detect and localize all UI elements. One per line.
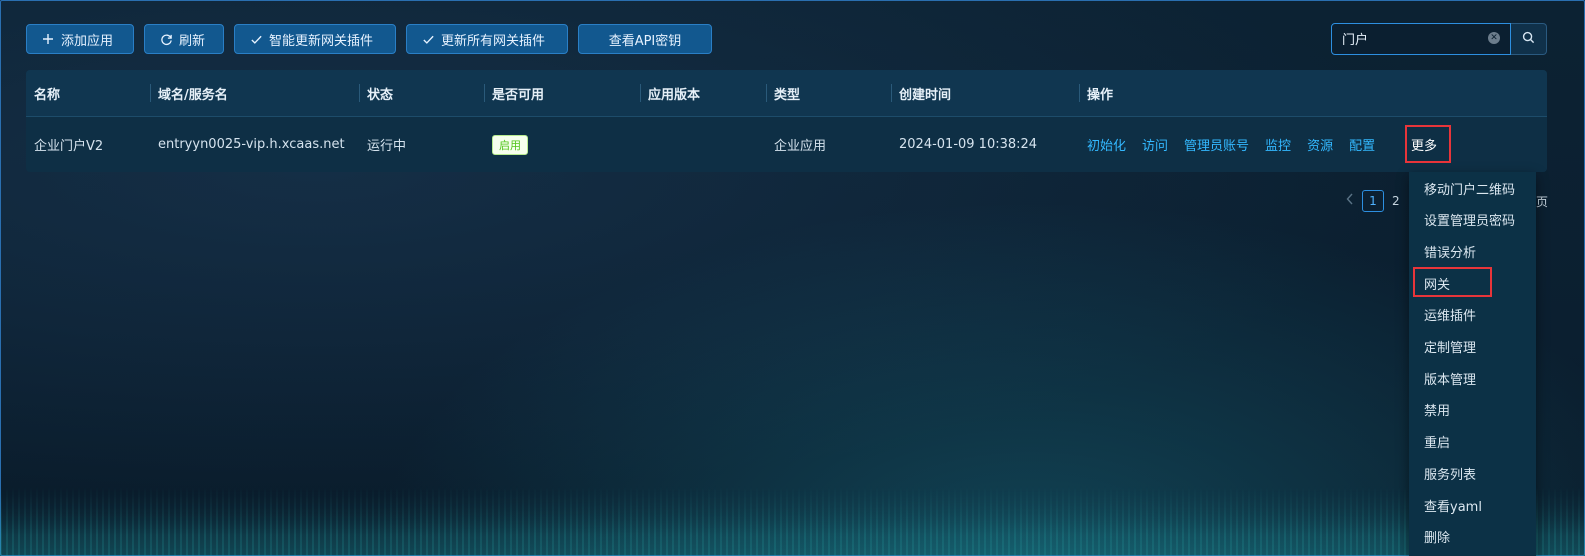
search-input[interactable] [1332,24,1482,52]
action-more-button[interactable]: 更多 [1405,125,1451,163]
cell-status: 运行中 [367,139,407,154]
smart-update-label: 智能更新网关插件 [269,33,374,49]
view-api-key-label: 查看API密钥 [608,33,682,49]
refresh-label: 刷新 [179,33,206,49]
toolbar: 添加应用 刷新 智能更新网关插件 更新所有网关插件 查看API密钥 [26,24,712,54]
menu-item-mobile-qrcode[interactable]: 移动门户二维码 [1424,172,1515,204]
search-input-wrapper: ✕ [1331,23,1511,55]
menu-item-view-yaml[interactable]: 查看yaml [1424,489,1482,521]
cell-version [640,117,648,172]
app-table: 名称 域名/服务名 状态 是否可用 应用版本 类型 创建时间 操作 企业门户V2… [26,70,1547,172]
menu-item-ops-plugins[interactable]: 运维插件 [1424,299,1476,331]
column-header-created: 创建时间 [899,87,952,103]
menu-item-error-analysis[interactable]: 错误分析 [1424,235,1476,267]
column-header-actions: 操作 [1087,87,1114,103]
background-wave-decoration [0,486,1585,556]
pagination-suffix: 页 [1536,195,1549,209]
smart-update-gateway-plugins-button[interactable]: 智能更新网关插件 [234,24,396,54]
menu-item-restart[interactable]: 重启 [1424,426,1450,458]
pagination: 1 2 [1346,190,1400,212]
cell-name: 企业门户V2 [34,139,104,154]
refresh-button[interactable]: 刷新 [144,24,224,54]
action-config-link[interactable]: 配置 [1349,135,1375,154]
action-init-link[interactable]: 初始化 [1087,135,1126,154]
add-app-label: 添加应用 [61,33,114,49]
action-resources-link[interactable]: 资源 [1307,135,1333,154]
plus-icon [41,32,55,46]
column-header-version: 应用版本 [648,87,701,103]
column-header-domain: 域名/服务名 [158,87,228,103]
check-icon [249,32,263,46]
menu-item-set-admin-password[interactable]: 设置管理员密码 [1424,204,1515,236]
table-header: 名称 域名/服务名 状态 是否可用 应用版本 类型 创建时间 操作 [26,70,1547,117]
view-api-key-button[interactable]: 查看API密钥 [578,24,712,54]
page-button[interactable]: 2 [1392,194,1400,208]
search-button[interactable] [1511,23,1547,55]
menu-item-delete[interactable]: 删除 [1424,521,1450,553]
update-all-gateway-plugins-button[interactable]: 更新所有网关插件 [406,24,568,54]
refresh-icon [159,32,173,46]
cell-domain: entryyn0025-vip.h.xcaas.net [158,137,345,152]
prev-page-icon[interactable] [1346,193,1354,209]
clear-icon[interactable]: ✕ [1488,32,1500,44]
page-button-current[interactable]: 1 [1362,190,1384,212]
action-visit-link[interactable]: 访问 [1142,135,1168,154]
action-more-label: 更多 [1411,138,1438,154]
menu-item-version-management[interactable]: 版本管理 [1424,362,1476,394]
more-actions-dropdown: 移动门户二维码 设置管理员密码 错误分析 网关 运维插件 定制管理 版本管理 禁… [1409,172,1536,556]
cell-actions: 初始化 访问 管理员账号 监控 资源 配置 [1079,117,1391,172]
column-header-available: 是否可用 [492,87,545,103]
action-admin-account-link[interactable]: 管理员账号 [1184,135,1249,154]
cell-available: 启用 [484,117,528,172]
gateway-highlight-box [1413,267,1492,297]
column-header-type: 类型 [774,87,801,103]
column-header-name: 名称 [34,87,61,103]
cell-type: 企业应用 [774,139,827,154]
column-header-status: 状态 [367,87,394,103]
enabled-badge: 启用 [492,134,528,155]
search-box: ✕ [1331,23,1547,55]
menu-item-customization[interactable]: 定制管理 [1424,331,1476,363]
search-icon [1522,31,1535,48]
check-icon [421,32,435,46]
update-all-label: 更新所有网关插件 [441,33,546,49]
menu-item-service-list[interactable]: 服务列表 [1424,457,1476,489]
cell-created: 2024-01-09 10:38:24 [899,137,1038,152]
add-app-button[interactable]: 添加应用 [26,24,134,54]
table-row: 企业门户V2 entryyn0025-vip.h.xcaas.net 运行中 启… [26,117,1547,172]
menu-item-disable[interactable]: 禁用 [1424,394,1450,426]
action-monitor-link[interactable]: 监控 [1265,135,1291,154]
